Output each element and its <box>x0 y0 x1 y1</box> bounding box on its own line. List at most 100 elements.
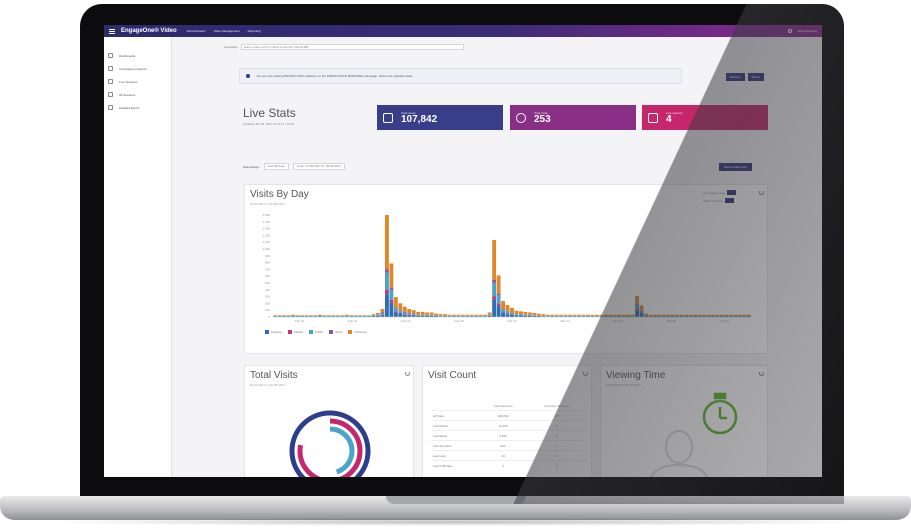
bar-segment[interactable] <box>349 315 354 317</box>
bar-segment[interactable] <box>586 314 590 316</box>
bar-segment[interactable] <box>648 315 653 317</box>
legend-item[interactable]: Unknown <box>348 330 367 334</box>
bar-segment[interactable] <box>451 315 456 317</box>
bar-segment[interactable] <box>411 310 416 314</box>
bar-segment[interactable] <box>599 314 604 316</box>
bar-segment[interactable] <box>349 315 354 316</box>
brand-logo[interactable]: EngageOne® Video <box>121 28 177 34</box>
bar-segment[interactable] <box>407 315 412 317</box>
bar-segment[interactable] <box>586 315 590 317</box>
bar-segment[interactable] <box>706 314 711 316</box>
bar-segment[interactable] <box>291 314 296 316</box>
bar-segment[interactable] <box>639 313 644 314</box>
bar-segment[interactable] <box>380 309 385 313</box>
bar-segment[interactable] <box>322 315 327 317</box>
bar-segment[interactable] <box>295 315 300 317</box>
bar-segment[interactable] <box>389 299 394 303</box>
bar-segment[interactable] <box>568 314 573 316</box>
nav-video-management[interactable]: Video Management <box>214 29 240 33</box>
share-button[interactable]: Share <box>747 73 764 81</box>
bar-segment[interactable] <box>492 279 497 283</box>
bar-segment[interactable] <box>644 313 648 316</box>
bar-segment[interactable] <box>563 314 568 316</box>
bar-segment[interactable] <box>514 314 519 316</box>
bar-segment[interactable] <box>447 314 452 316</box>
bar-segment[interactable] <box>398 303 403 311</box>
bar-segment[interactable] <box>670 315 675 317</box>
bar-segment[interactable] <box>425 312 430 315</box>
bar-segment[interactable] <box>335 315 340 316</box>
bar-segment[interactable] <box>532 313 537 316</box>
bar-segment[interactable] <box>402 306 407 312</box>
bar-segment[interactable] <box>429 314 434 316</box>
bar-segment[interactable] <box>331 315 336 317</box>
bar-segment[interactable] <box>545 314 550 316</box>
bar-segment[interactable] <box>693 315 698 317</box>
bar-segment[interactable] <box>313 315 318 317</box>
bar-segment[interactable] <box>581 314 586 316</box>
bar-segment[interactable] <box>407 313 412 315</box>
bar-segment[interactable] <box>340 315 345 316</box>
bar-segment[interactable] <box>501 312 505 314</box>
bar-segment[interactable] <box>666 314 671 316</box>
bar-segment[interactable] <box>434 313 438 316</box>
bar-segment[interactable] <box>451 314 456 316</box>
bar-segment[interactable] <box>554 314 559 316</box>
cumulative-toggle[interactable] <box>726 190 736 195</box>
bar-segment[interactable] <box>635 304 640 310</box>
bar-segment[interactable] <box>720 314 724 316</box>
bar-segment[interactable] <box>510 314 514 317</box>
bar-segment[interactable] <box>720 315 724 317</box>
bar-segment[interactable] <box>282 315 287 317</box>
bar-segment[interactable] <box>550 314 555 316</box>
bar-segment[interactable] <box>389 287 394 290</box>
sidebar-item-live-sessions[interactable]: Live Sessions <box>104 75 171 88</box>
bar-segment[interactable] <box>380 312 385 314</box>
bar-segment[interactable] <box>496 305 501 317</box>
bar-segment[interactable] <box>469 315 474 317</box>
bar-segment[interactable] <box>465 314 470 316</box>
bar-segment[interactable] <box>362 315 367 317</box>
bar-segment[interactable] <box>684 314 689 316</box>
bar-segment[interactable] <box>661 314 666 316</box>
campaign-select[interactable]: Home video use for Online Customer Clien… <box>240 43 464 50</box>
bar-segment[interactable] <box>358 315 363 316</box>
bar-segment[interactable] <box>519 314 523 316</box>
bar-segment[interactable] <box>469 314 474 316</box>
bar-segment[interactable] <box>277 315 282 316</box>
bar-segment[interactable] <box>492 299 497 317</box>
bar-segment[interactable] <box>630 314 635 316</box>
bar-segment[interactable] <box>661 315 666 317</box>
export-csv-button[interactable]: Export Data (csv) <box>719 163 753 171</box>
date-range-picker[interactable]: From: 01-02-2017 to: 30-06-2017 <box>292 163 346 170</box>
bar-segment[interactable] <box>679 314 684 316</box>
bar-segment[interactable] <box>496 275 501 294</box>
bar-segment[interactable] <box>603 314 608 316</box>
bar-segment[interactable] <box>541 315 546 317</box>
bar-segment[interactable] <box>407 314 412 316</box>
bar-segment[interactable] <box>340 315 345 317</box>
bar-segment[interactable] <box>505 314 510 317</box>
refresh-icon[interactable] <box>759 371 764 376</box>
bar-segment[interactable] <box>376 314 380 316</box>
bar-segment[interactable] <box>644 315 648 316</box>
bar-segment[interactable] <box>460 314 465 316</box>
legend-item[interactable]: Desktop <box>265 330 282 334</box>
bar-segment[interactable] <box>474 314 479 316</box>
date-preset-select[interactable]: Last 30 days <box>263 163 289 170</box>
bar-segment[interactable] <box>411 313 416 315</box>
donut-ring[interactable] <box>305 426 355 476</box>
bar-segment[interactable] <box>581 315 586 317</box>
bar-segment[interactable] <box>554 315 559 317</box>
bar-segment[interactable] <box>398 310 403 311</box>
bar-segment[interactable] <box>300 315 304 317</box>
bar-segment[interactable] <box>510 314 514 315</box>
bar-segment[interactable] <box>407 309 412 314</box>
bar-segment[interactable] <box>536 315 541 316</box>
bar-segment[interactable] <box>313 315 318 316</box>
bar-segment[interactable] <box>742 314 747 316</box>
bar-segment[interactable] <box>621 314 626 316</box>
bar-segment[interactable] <box>398 313 403 317</box>
bar-segment[interactable] <box>742 315 747 317</box>
bar-segment[interactable] <box>300 315 304 316</box>
